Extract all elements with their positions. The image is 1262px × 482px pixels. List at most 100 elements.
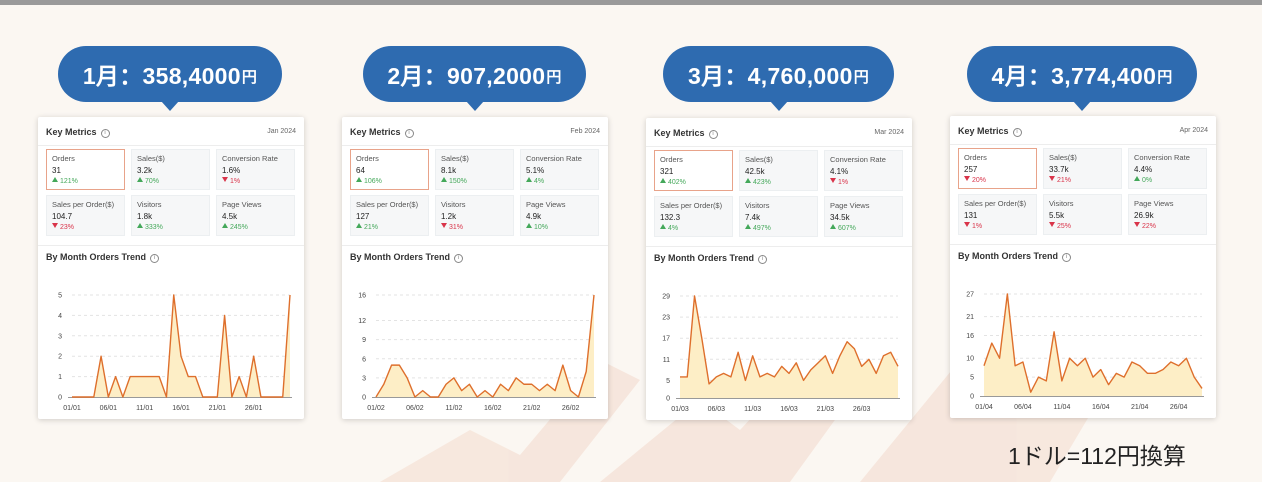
info-icon[interactable]: i [1012, 128, 1022, 137]
metric-tile[interactable]: Orders 64 106% [350, 149, 429, 190]
metric-tile[interactable]: Conversion Rate 4.4% 0% [1128, 148, 1207, 189]
metrics-grid: Orders 321 402% Sales($) 42.5k 423% Conversion… [654, 150, 904, 240]
trend-title-text: By Month Orders Trend [350, 252, 451, 262]
info-icon[interactable]: i [100, 129, 110, 138]
metric-tile[interactable]: Conversion Rate 1.6% 1% [216, 149, 295, 190]
card-title: Key Metrics i [958, 126, 1022, 137]
info-icon[interactable]: i [454, 254, 464, 263]
metric-delta-text: 21% [364, 224, 379, 231]
metrics-grid: Orders 64 106% Sales($) 8.1k 150% Conversion R… [350, 149, 600, 239]
metric-tile[interactable]: Page Views 26.9k 22% [1128, 194, 1207, 235]
divider [646, 146, 912, 147]
metric-delta-text: 31% [449, 224, 464, 231]
month-total-bubble: 3月：4,760,000 円 [663, 46, 894, 111]
x-tick-label: 01/02 [367, 405, 385, 412]
metric-value: 3.2k [137, 166, 153, 175]
divider [38, 245, 304, 246]
triangle-up-icon [222, 223, 228, 228]
x-tick-label: 21/03 [817, 406, 835, 413]
metric-tile[interactable]: Orders 31 121% [46, 149, 125, 190]
metric-tile[interactable]: Sales($) 42.5k 423% [739, 150, 818, 191]
y-tick-label: 3 [58, 333, 62, 340]
metric-label: Sales($) [1049, 153, 1077, 162]
metric-tile[interactable]: Sales($) 3.2k 70% [131, 149, 210, 190]
info-icon[interactable]: i [708, 130, 718, 139]
metric-label: Visitors [1049, 199, 1074, 208]
triangle-down-icon [1134, 222, 1140, 227]
y-tick-label: 0 [58, 395, 62, 402]
metric-label: Sales per Order($) [52, 200, 115, 209]
y-tick-label: 0 [666, 396, 670, 403]
info-icon[interactable]: i [1062, 253, 1072, 262]
metric-label: Sales per Order($) [356, 200, 419, 209]
metric-tile[interactable]: Visitors 5.5k 25% [1043, 194, 1122, 235]
period-label: Apr 2024 [1179, 127, 1208, 134]
metric-delta: 31% [441, 223, 508, 231]
metric-tile[interactable]: Sales($) 33.7k 21% [1043, 148, 1122, 189]
orders-trend-chart: 0 5 11 17 23 29 01/03 06/03 11/03 16/03 21/03 26/03 [662, 294, 900, 413]
triangle-down-icon [52, 223, 58, 228]
metric-label: Visitors [137, 200, 162, 209]
metric-value: 4.5k [222, 212, 238, 221]
metric-value: 42.5k [745, 167, 765, 176]
metric-tile[interactable]: Page Views 4.9k 10% [520, 195, 599, 236]
metric-tile[interactable]: Orders 321 402% [654, 150, 733, 191]
metric-tile[interactable]: Sales($) 8.1k 150% [435, 149, 514, 190]
metric-value: 131 [964, 211, 978, 220]
info-icon[interactable]: i [150, 254, 160, 263]
metric-delta: 245% [222, 223, 289, 231]
metric-delta: 497% [745, 224, 812, 232]
metric-tile[interactable]: Page Views 4.5k 245% [216, 195, 295, 236]
metric-tile[interactable]: Sales per Order($) 127 21% [350, 195, 429, 236]
y-tick-label: 5 [58, 293, 62, 300]
metric-label: Conversion Rate [1134, 153, 1190, 162]
info-icon[interactable]: i [758, 255, 768, 264]
metric-tile[interactable]: Visitors 1.2k 31% [435, 195, 514, 236]
y-tick-label: 21 [966, 314, 974, 321]
period-label: Mar 2024 [874, 129, 904, 136]
metric-tile[interactable]: Conversion Rate 4.1% 1% [824, 150, 903, 191]
trend-title: By Month Orders Trend i [350, 252, 464, 263]
info-icon[interactable]: i [404, 129, 414, 138]
metric-delta: 150% [441, 177, 508, 185]
metric-tile[interactable]: Page Views 34.5k 607% [824, 196, 903, 237]
card-header: Key Metrics i Jan 2024 [46, 127, 296, 141]
metric-tile[interactable]: Visitors 1.8k 333% [131, 195, 210, 236]
y-tick-label: 27 [966, 292, 974, 299]
metric-tile[interactable]: Sales per Order($) 104.7 23% [46, 195, 125, 236]
metric-delta: 333% [137, 223, 204, 231]
metric-delta-text: 333% [145, 224, 163, 231]
month-total-bubble: 1月：358,4000 円 [58, 46, 282, 111]
y-tick-label: 2 [58, 354, 62, 361]
metric-value: 4.1% [830, 167, 849, 176]
x-tick-label: 26/02 [562, 405, 580, 412]
y-tick-label: 10 [966, 356, 974, 363]
metric-tile[interactable]: Orders 257 20% [958, 148, 1037, 189]
metric-delta-text: 22% [1142, 223, 1157, 230]
metric-tile[interactable]: Sales per Order($) 131 1% [958, 194, 1037, 235]
metric-delta-text: 4% [534, 178, 545, 185]
y-tick-label: 11 [663, 357, 670, 364]
metric-value: 5.5k [1049, 211, 1065, 220]
metric-value: 5.1% [526, 166, 545, 175]
y-tick-label: 0 [362, 395, 366, 402]
metric-delta: 1% [830, 178, 897, 186]
metric-tile[interactable]: Sales per Order($) 132.3 4% [654, 196, 733, 237]
trend-title-text: By Month Orders Trend [958, 251, 1059, 261]
trend-title-text: By Month Orders Trend [654, 253, 755, 263]
divider [950, 144, 1216, 145]
month-total-bubble: 2月：907,2000 円 [363, 46, 586, 111]
metric-delta: 21% [1049, 176, 1116, 184]
triangle-up-icon [526, 223, 532, 228]
month-total-text: 1月：358,4000 [82, 63, 241, 89]
metric-tile[interactable]: Visitors 7.4k 497% [739, 196, 818, 237]
x-tick-label: 11/02 [445, 405, 462, 412]
metric-delta-text: 402% [668, 179, 686, 186]
metric-delta-text: 25% [1057, 223, 1072, 230]
card-header: Key Metrics i Mar 2024 [654, 128, 904, 142]
y-tick-label: 4 [58, 313, 62, 320]
metric-tile[interactable]: Conversion Rate 5.1% 4% [520, 149, 599, 190]
metric-label: Visitors [441, 200, 466, 209]
x-tick-label: 16/04 [1092, 404, 1110, 411]
metric-value: 127 [356, 212, 370, 221]
